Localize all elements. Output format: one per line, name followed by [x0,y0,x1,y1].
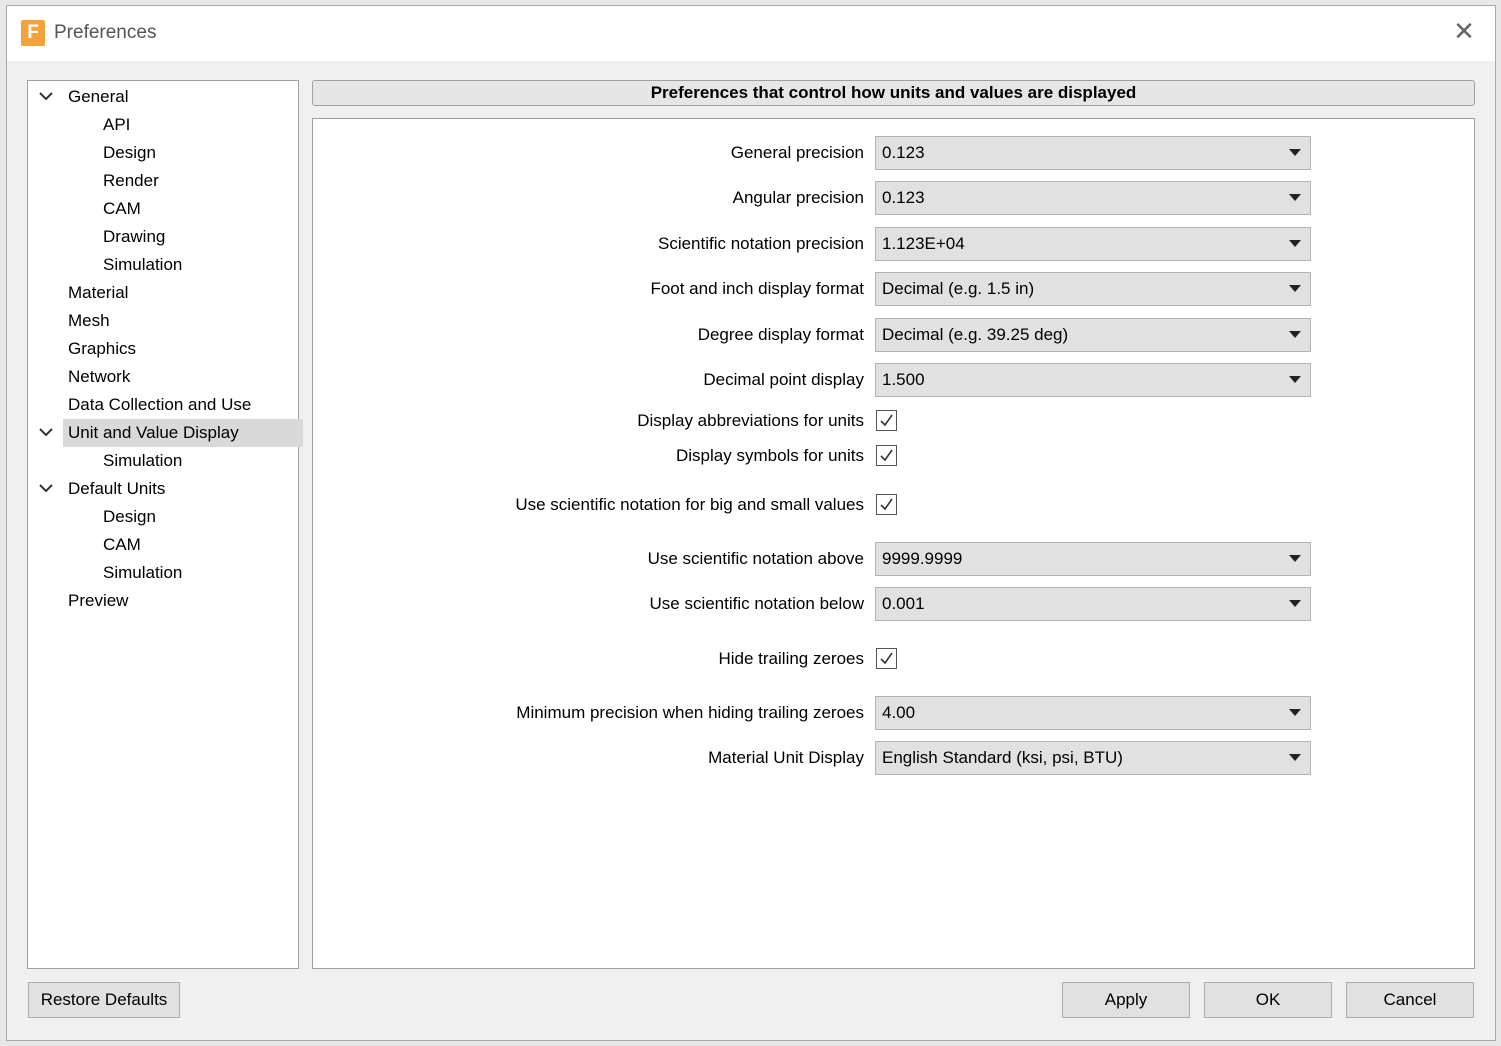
nav-item-data-collection[interactable]: Data Collection and Use [68,391,251,419]
apply-button[interactable]: Apply [1062,982,1190,1018]
sci-below-label: Use scientific notation below [649,594,864,613]
abbreviations-checkbox[interactable] [876,410,897,431]
dropdown-arrow-icon [1289,331,1301,338]
nav-item-network[interactable]: Network [68,363,130,391]
dropdown-arrow-icon [1289,754,1301,761]
min-precision-select[interactable]: 4.00 [875,696,1311,730]
hide-zeroes-label: Hide trailing zeroes [718,649,864,668]
dropdown-arrow-icon [1289,285,1301,292]
selected-value: Decimal (e.g. 1.5 in) [882,279,1035,298]
nav-item-design[interactable]: Design [103,503,156,531]
degree-format-select[interactable]: Decimal (e.g. 39.25 deg) [875,318,1311,352]
nav-item-mesh[interactable]: Mesh [68,307,110,335]
foot-inch-format-select[interactable]: Decimal (e.g. 1.5 in) [875,272,1311,306]
nav-item-material[interactable]: Material [68,279,128,307]
nav-item-graphics[interactable]: Graphics [68,335,136,363]
angular-precision-select[interactable]: 0.123 [875,181,1311,215]
selected-value: 4.00 [882,703,916,722]
dropdown-arrow-icon [1289,194,1301,201]
nav-item-design[interactable]: Design [103,139,156,167]
ok-button[interactable]: OK [1204,982,1332,1018]
selected-value: 1.500 [882,370,925,389]
selected-value: 9999.9999 [882,549,963,568]
nav-item-cam[interactable]: CAM [103,531,141,559]
cancel-button[interactable]: Cancel [1346,982,1474,1018]
category-tree: General API Design Render CAM Drawing Si… [27,80,303,969]
use-scientific-label: Use scientific notation for big and smal… [515,495,864,514]
nav-item-label: Unit and Value Display [63,419,303,447]
decimal-point-select[interactable]: 1.500 [875,363,1311,397]
checkmark-icon [880,652,893,665]
scientific-precision-select[interactable]: 1.123E+04 [875,227,1311,261]
dropdown-arrow-icon [1289,555,1301,562]
general-precision-select[interactable]: 0.123 [875,136,1311,170]
window-title: Preferences [54,22,157,43]
decimal-point-label: Decimal point display [703,370,864,389]
min-precision-label: Minimum precision when hiding trailing z… [516,703,864,722]
chevron-down-icon[interactable] [38,419,54,447]
checkmark-icon [880,498,893,511]
dropdown-arrow-icon [1289,376,1301,383]
nav-item-api[interactable]: API [103,111,130,139]
settings-panel: General precision 0.123 Angular precisio… [312,118,1475,969]
nav-item-simulation[interactable]: Simulation [103,251,182,279]
dropdown-arrow-icon [1289,149,1301,156]
chevron-down-icon[interactable] [38,475,54,503]
angular-precision-label: Angular precision [732,188,864,207]
dropdown-arrow-icon [1289,709,1301,716]
symbols-label: Display symbols for units [675,446,864,465]
nav-item-cam[interactable]: CAM [103,195,141,223]
restore-defaults-button[interactable]: Restore Defaults [28,982,180,1018]
checkmark-icon [880,414,893,427]
app-logo-icon: F [21,20,45,46]
selected-value: 0.123 [882,143,925,162]
hide-zeroes-checkbox[interactable] [876,648,897,669]
checkmark-icon [880,449,893,462]
degree-format-label: Degree display format [697,325,864,344]
sci-above-select[interactable]: 9999.9999 [875,542,1311,576]
selected-value: 0.001 [882,594,925,613]
abbreviations-label: Display abbreviations for units [637,411,864,430]
nav-item-label: General [68,87,129,106]
nav-item-simulation[interactable]: Simulation [103,559,182,587]
selected-value: 1.123E+04 [882,234,965,253]
section-header: Preferences that control how units and v… [312,80,1475,106]
sci-above-label: Use scientific notation above [647,549,864,568]
nav-item-label: Default Units [68,479,166,498]
title-bar: F Preferences ✕ [7,6,1495,61]
nav-item-unit-value-display[interactable]: Unit and Value Display [28,419,303,447]
nav-item-general[interactable]: General [28,83,298,111]
material-unit-select[interactable]: English Standard (ksi, psi, BTU) [875,741,1311,775]
chevron-down-icon[interactable] [38,83,54,111]
nav-item-preview[interactable]: Preview [68,587,128,615]
scientific-precision-label: Scientific notation precision [657,234,864,253]
nav-item-simulation[interactable]: Simulation [103,447,182,475]
symbols-checkbox[interactable] [876,445,897,466]
nav-item-render[interactable]: Render [103,167,159,195]
selected-value: English Standard (ksi, psi, BTU) [882,748,1123,767]
close-icon[interactable]: ✕ [1451,18,1477,44]
nav-item-default-units[interactable]: Default Units [28,475,298,503]
nav-item-drawing[interactable]: Drawing [103,223,165,251]
general-precision-label: General precision [730,143,864,162]
material-unit-label: Material Unit Display [708,748,864,767]
dropdown-arrow-icon [1289,240,1301,247]
foot-inch-format-label: Foot and inch display format [650,279,864,298]
use-scientific-checkbox[interactable] [876,494,897,515]
dropdown-arrow-icon [1289,600,1301,607]
preferences-dialog: F Preferences ✕ General API Design Rende… [6,5,1496,1041]
sci-below-select[interactable]: 0.001 [875,587,1311,621]
selected-value: 0.123 [882,188,925,207]
selected-value: Decimal (e.g. 39.25 deg) [882,325,1069,344]
